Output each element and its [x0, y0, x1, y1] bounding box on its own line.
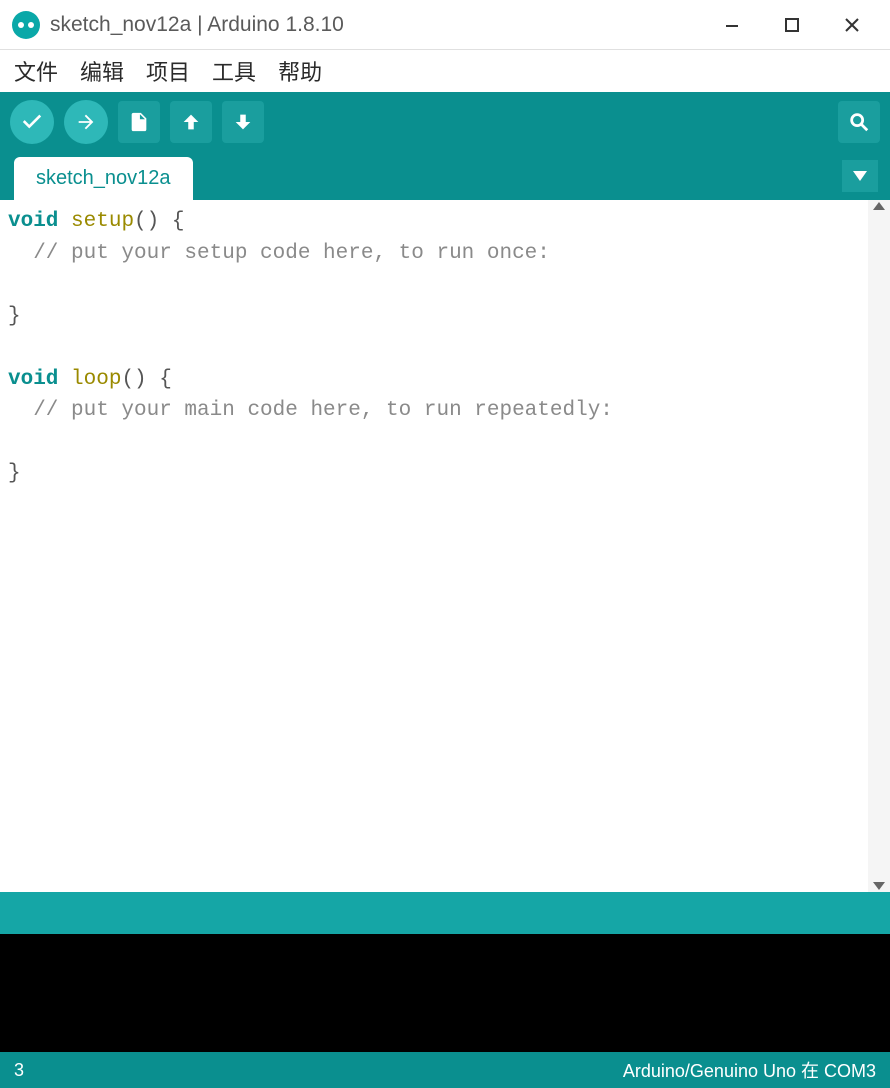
open-button[interactable] — [170, 101, 212, 143]
window-controls — [702, 5, 882, 45]
window-titlebar: sketch_nov12a | Arduino 1.8.10 — [0, 0, 890, 50]
menu-sketch[interactable]: 项目 — [140, 51, 196, 91]
close-button[interactable] — [822, 5, 882, 45]
scroll-up-icon[interactable] — [873, 202, 885, 210]
save-button[interactable] — [222, 101, 264, 143]
toolbar — [0, 92, 890, 152]
verify-button[interactable] — [10, 100, 54, 144]
editor-container: void setup() { // put your setup code he… — [0, 200, 890, 892]
maximize-button[interactable] — [762, 5, 822, 45]
status-message-bar — [0, 892, 890, 934]
tab-sketch[interactable]: sketch_nov12a — [14, 157, 193, 200]
tab-bar: sketch_nov12a — [0, 152, 890, 200]
scroll-down-icon[interactable] — [873, 882, 885, 890]
menu-tools[interactable]: 工具 — [206, 51, 262, 91]
line-number: 3 — [14, 1060, 24, 1081]
tab-menu-button[interactable] — [842, 160, 878, 192]
menu-help[interactable]: 帮助 — [272, 51, 328, 91]
menu-edit[interactable]: 编辑 — [74, 51, 130, 91]
board-port-status: Arduino/Genuino Uno 在 COM3 — [623, 1057, 876, 1083]
menu-bar: 文件 编辑 项目 工具 帮助 — [0, 50, 890, 92]
footer-bar: 3 Arduino/Genuino Uno 在 COM3 — [0, 1052, 890, 1088]
new-button[interactable] — [118, 101, 160, 143]
vertical-scrollbar[interactable] — [868, 200, 890, 892]
code-editor[interactable]: void setup() { // put your setup code he… — [0, 200, 890, 892]
serial-monitor-button[interactable] — [838, 101, 880, 143]
output-console[interactable] — [0, 934, 890, 1052]
menu-file[interactable]: 文件 — [8, 51, 64, 91]
arduino-app-icon — [12, 11, 40, 39]
minimize-button[interactable] — [702, 5, 762, 45]
upload-button[interactable] — [64, 100, 108, 144]
window-title: sketch_nov12a | Arduino 1.8.10 — [50, 13, 702, 37]
